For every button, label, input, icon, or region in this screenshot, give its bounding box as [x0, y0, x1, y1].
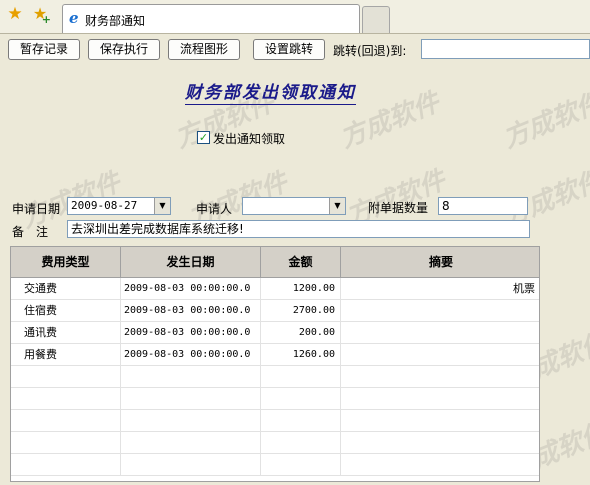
- summary-cell: [341, 344, 539, 365]
- page-title: 财务部发出领取通知: [185, 78, 356, 105]
- expense-table: 费用类型 发生日期 金额 摘要 交通费 2009-08-03 00:00:00.…: [10, 246, 540, 482]
- summary-cell: [341, 322, 539, 343]
- jump-target-input[interactable]: [421, 39, 590, 59]
- empty-cell: [261, 432, 341, 453]
- save-execute-button[interactable]: 保存执行: [88, 39, 160, 60]
- new-tab-button[interactable]: [362, 6, 390, 33]
- expense-type-cell: 通讯费: [11, 322, 121, 343]
- amount-cell: 1200.00: [261, 278, 341, 299]
- table-row[interactable]: 通讯费 2009-08-03 00:00:00.0 200.00: [11, 322, 539, 344]
- empty-cell: [11, 410, 121, 431]
- empty-cell: [121, 366, 261, 387]
- toolbar: 暂存记录 保存执行 流程图形 设置跳转 跳转(回退)到:: [0, 34, 590, 64]
- table-row[interactable]: [11, 454, 539, 476]
- date-cell: 2009-08-03 00:00:00.0: [121, 278, 261, 299]
- issue-notice-label: 发出通知领取: [213, 132, 286, 146]
- jump-label: 跳转(回退)到:: [333, 44, 407, 58]
- column-header[interactable]: 费用类型: [11, 247, 121, 277]
- remark-input[interactable]: 去深圳出差完成数据库系统迁移!: [67, 220, 530, 238]
- summary-cell: 机票: [513, 282, 535, 295]
- empty-cell: [121, 454, 261, 475]
- expense-type-cell: 用餐费: [11, 344, 121, 365]
- browser-tab-bar: ★ ★ + e 财务部通知: [0, 0, 590, 34]
- applicant-label: 申请人: [196, 202, 233, 216]
- empty-cell: [121, 388, 261, 409]
- empty-cell: [261, 388, 341, 409]
- amount-cell: 1260.00: [261, 344, 341, 365]
- attachment-count-input[interactable]: 8: [438, 197, 528, 215]
- summary-cell: [341, 300, 539, 321]
- applicant-select[interactable]: ▼: [242, 197, 346, 215]
- amount-cell: 2700.00: [261, 300, 341, 321]
- chevron-down-icon[interactable]: ▼: [329, 198, 345, 214]
- empty-cell: [11, 366, 121, 387]
- date-cell: 2009-08-03 00:00:00.0: [121, 344, 261, 365]
- checkmark-icon: ✓: [198, 131, 209, 144]
- empty-cell: [261, 454, 341, 475]
- table-row[interactable]: [11, 366, 539, 388]
- add-favorite-icon[interactable]: ★ +: [31, 5, 51, 26]
- date-cell: 2009-08-03 00:00:00.0: [121, 322, 261, 343]
- table-row[interactable]: [11, 410, 539, 432]
- date-cell: 2009-08-03 00:00:00.0: [121, 300, 261, 321]
- empty-cell: [11, 388, 121, 409]
- column-header[interactable]: 摘要: [341, 247, 539, 277]
- star-icon[interactable]: ★: [6, 5, 24, 23]
- column-header[interactable]: 发生日期: [121, 247, 261, 277]
- flowchart-button[interactable]: 流程图形: [168, 39, 240, 60]
- issue-notice-checkbox[interactable]: ✓: [197, 131, 210, 144]
- empty-cell: [121, 410, 261, 431]
- table-row[interactable]: 用餐费 2009-08-03 00:00:00.0 1260.00: [11, 344, 539, 366]
- empty-cell: [261, 366, 341, 387]
- empty-cell: [11, 454, 121, 475]
- empty-cell: [261, 410, 341, 431]
- attachment-count-label: 附单据数量: [368, 201, 429, 215]
- remark-label: 备 注: [12, 225, 49, 239]
- amount-cell: 200.00: [261, 322, 341, 343]
- empty-cell: [121, 432, 261, 453]
- column-header[interactable]: 金额: [261, 247, 341, 277]
- apply-date-select[interactable]: 2009-08-27 ▼: [67, 197, 171, 215]
- chevron-down-icon[interactable]: ▼: [154, 198, 170, 214]
- table-row[interactable]: [11, 432, 539, 454]
- empty-cell: [11, 432, 121, 453]
- expense-type-cell: 住宿费: [11, 300, 121, 321]
- table-row[interactable]: [11, 388, 539, 410]
- table-row[interactable]: 住宿费 2009-08-03 00:00:00.0 2700.00: [11, 300, 539, 322]
- expense-type-cell: 交通费: [11, 278, 121, 299]
- table-row[interactable]: 交通费 2009-08-03 00:00:00.0 1200.00 机票: [11, 278, 539, 300]
- table-header: 费用类型 发生日期 金额 摘要: [11, 247, 539, 278]
- watermark: 方成软件: [499, 87, 590, 155]
- tab-title: 财务部通知: [85, 14, 146, 28]
- browser-tab-active[interactable]: e 财务部通知: [62, 4, 360, 33]
- ie-icon: e: [69, 9, 79, 27]
- set-jump-button[interactable]: 设置跳转: [253, 39, 325, 60]
- apply-date-value: 2009-08-27: [71, 199, 138, 212]
- apply-date-label: 申请日期: [12, 202, 61, 216]
- temp-save-button[interactable]: 暂存记录: [8, 39, 80, 60]
